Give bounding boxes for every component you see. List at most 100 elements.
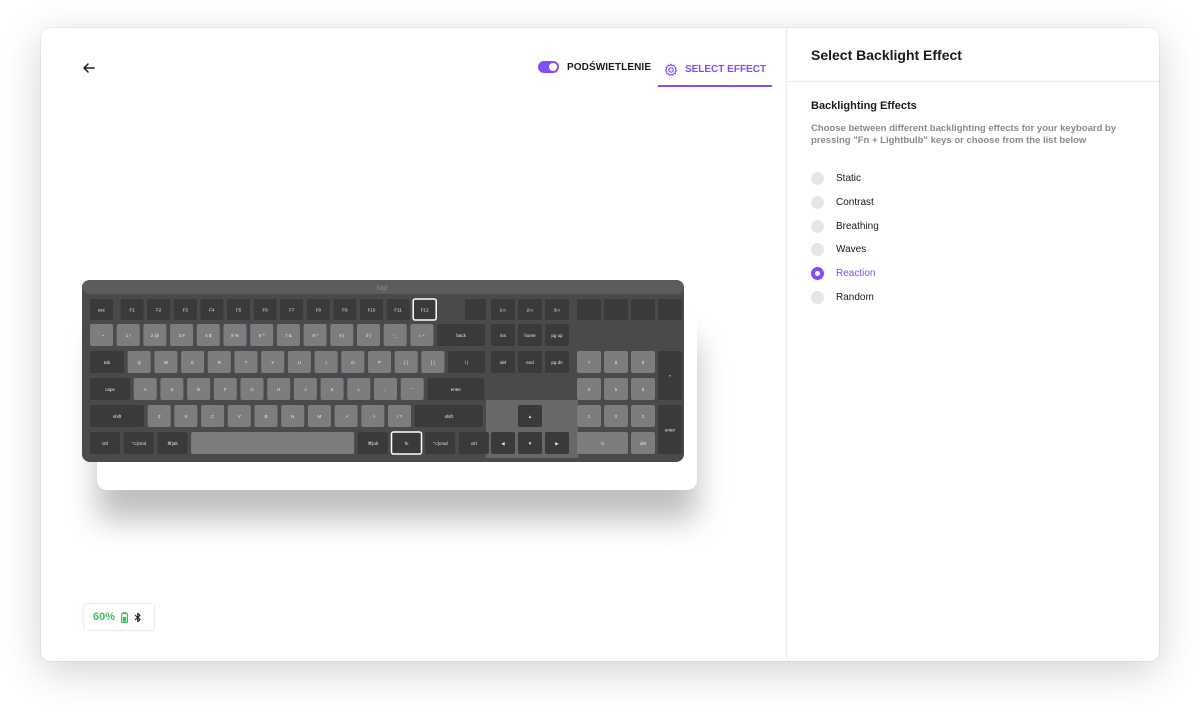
key-label: 8 * (312, 333, 318, 338)
key-label: S (170, 387, 173, 392)
radio-button[interactable] (811, 172, 824, 186)
effect-option-label: Waves (836, 244, 867, 256)
effect-option-label: Static (836, 173, 862, 185)
key-label: \ | (465, 360, 469, 365)
effect-option-static[interactable]: Static (811, 167, 1135, 191)
radio-button[interactable] (811, 243, 824, 257)
effects-panel: Select Backlight Effect Backlighting Eff… (786, 28, 1159, 661)
section-heading: Backlighting Effects (811, 100, 917, 112)
key-label: E (191, 360, 194, 365)
key-label: ctrl (471, 441, 477, 446)
key-label: O (351, 360, 355, 365)
keyboard-brand-logo: logi (377, 285, 388, 292)
key-label: N (291, 414, 294, 419)
key-label: 4 $ (205, 333, 212, 338)
key-label: 3▭ (554, 308, 562, 313)
effect-option-contrast[interactable]: Contrast (811, 191, 1135, 215)
effects-section: Backlighting Effects Choose between diff… (787, 82, 1159, 309)
key-label: ' " (410, 387, 414, 392)
effect-option-label: Breathing (836, 220, 879, 232)
key-label: - _ (393, 333, 399, 338)
key-label: V (238, 414, 241, 419)
effect-option-waves[interactable]: Waves (811, 238, 1135, 262)
key-label: Y (271, 360, 274, 365)
key-label: G (250, 387, 254, 392)
effect-option-label: Contrast (836, 197, 874, 209)
key-label: F7 (289, 308, 295, 313)
keyboard-key (577, 299, 601, 320)
key-label: pg dn (551, 360, 563, 365)
key-label: ins (500, 333, 507, 338)
key-label: W (164, 360, 169, 365)
key-label: F11 (394, 308, 402, 313)
app-window: PODŚWIETLENIE SELECT EFFECT logi esc F1 F2 F… (41, 28, 1159, 661)
key-label: del (640, 441, 646, 446)
section-description: Choose between different backlighting ef… (811, 123, 1117, 146)
radio-button[interactable] (811, 267, 824, 281)
key-label: J (304, 387, 306, 392)
key-label: / ? (397, 414, 403, 419)
key-label: ⌥|cmd (131, 441, 146, 446)
back-button[interactable] (81, 60, 97, 76)
radio-button[interactable] (811, 196, 824, 210)
key-label: 2 @ (151, 333, 160, 338)
tab-select-effect[interactable]: SELECT EFFECT (658, 54, 772, 87)
tab-select-effect-label: SELECT EFFECT (684, 64, 767, 75)
key-label: home (524, 333, 536, 338)
arrow-left-icon (83, 63, 95, 73)
device-view: PODŚWIETLENIE SELECT EFFECT logi esc F1 F2 F… (41, 28, 786, 661)
effects-radio-list: Static Contrast Breathing Waves Reaction Rand… (811, 167, 1135, 309)
key-label: = + (419, 333, 426, 338)
backlight-toggle[interactable]: PODŚWIETLENIE (538, 61, 651, 73)
key-label: H (277, 387, 280, 392)
key-label: ▶ (555, 441, 559, 446)
key-label: ⌘|alt (368, 441, 379, 446)
key-label: F8 (316, 308, 322, 313)
key-label: ⌥|cmd (433, 441, 448, 446)
keyboard-key (658, 299, 682, 320)
key-label: 7 & (285, 333, 292, 338)
key-label: shift (113, 414, 122, 419)
key-label: pg up (551, 333, 563, 338)
battery-icon (121, 611, 129, 623)
key-label: F3 (183, 308, 189, 313)
effect-option-breathing[interactable]: Breathing (811, 214, 1135, 238)
keyboard-image: logi esc F1 F2 F3 F4 F5 F6 F7 F8 F9 F10 F11 F12 1▭ 2▭ 3▭… (82, 280, 684, 467)
key-label: B (264, 414, 267, 419)
key-label: U (298, 360, 301, 365)
keyboard-illustration: logi esc F1 F2 F3 F4 F5 F6 F7 F8 F9 F10 F11 F12 1▭ 2▭ 3▭… (82, 280, 684, 462)
key-label: 6 ^ (259, 333, 266, 338)
key-label: 1▭ (500, 308, 508, 313)
key-label: X (184, 414, 187, 419)
key-label: caps (105, 387, 115, 392)
effect-option-label: Reaction (836, 268, 876, 280)
key-label: ; : (384, 387, 388, 392)
effect-option-label: Random (836, 291, 874, 303)
key-label: ◀ (501, 441, 505, 446)
key-label: ▼ (528, 441, 532, 446)
key-label: esc (98, 308, 106, 313)
key-label: ⌘|alt (167, 441, 178, 446)
key-label: F12 (421, 308, 429, 313)
key-label: F9 (342, 308, 348, 313)
key-label: F4 (209, 308, 215, 313)
panel-title: Select Backlight Effect (787, 28, 1159, 82)
battery-percent: 60% (93, 611, 116, 623)
key-label: enter (665, 428, 676, 433)
keyboard-key (191, 432, 355, 454)
radio-button[interactable] (811, 219, 824, 233)
effect-option-reaction[interactable]: Reaction (811, 262, 1135, 286)
key-label: F1 (129, 308, 135, 313)
key-label: del (500, 360, 506, 365)
toggle-switch[interactable] (538, 61, 559, 73)
effect-option-random[interactable]: Random (811, 285, 1135, 309)
key-label: ` ~ (99, 333, 105, 338)
key-label: P (378, 360, 381, 365)
backlight-toggle-label: PODŚWIETLENIE (567, 61, 652, 73)
key-label: [ { (404, 360, 409, 365)
key-label: F6 (262, 308, 268, 313)
key-label: A (144, 387, 147, 392)
radio-button[interactable] (811, 290, 824, 304)
key-label: Z (158, 414, 161, 419)
keyboard-key (631, 299, 655, 320)
